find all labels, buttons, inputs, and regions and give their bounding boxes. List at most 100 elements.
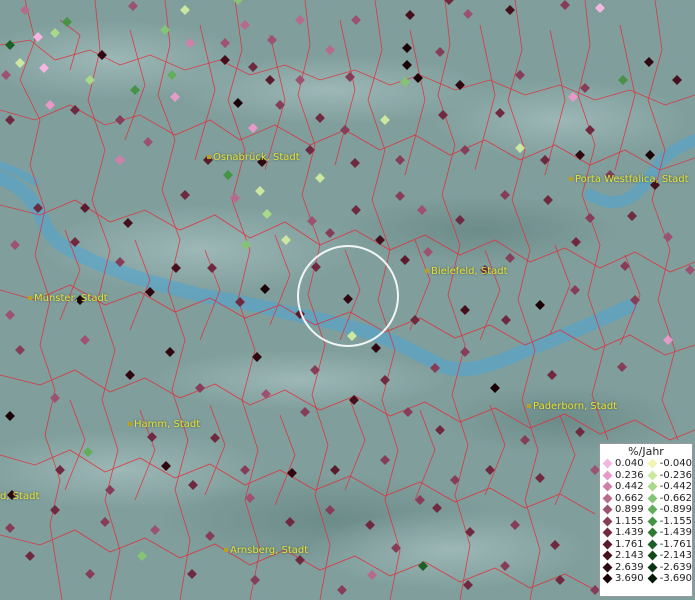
legend-rows: 0.040 0.236 0.442 0.662 0.899 1.155 1.439 1.761…	[600, 458, 692, 585]
measurement-point[interactable]	[248, 123, 258, 133]
legend-swatch	[602, 573, 613, 584]
measurement-point[interactable]	[570, 285, 580, 295]
legend-row: -1.155	[645, 516, 692, 528]
legend-row: 1.439	[600, 527, 645, 539]
measurement-point[interactable]	[10, 240, 20, 250]
measurement-point[interactable]	[463, 9, 473, 19]
measurement-point[interactable]	[115, 155, 125, 165]
measurement-point[interactable]	[685, 265, 695, 275]
measurement-point[interactable]	[330, 465, 340, 475]
measurement-point[interactable]	[180, 5, 190, 15]
legend-swatch	[602, 550, 613, 561]
measurement-point[interactable]	[663, 232, 673, 242]
measurement-point[interactable]	[85, 569, 95, 579]
measurement-point[interactable]	[410, 315, 420, 325]
measurement-point[interactable]	[617, 362, 627, 372]
measurement-point[interactable]	[187, 569, 197, 579]
measurement-point[interactable]	[350, 158, 360, 168]
map-view[interactable]: Osnabrück, Stadt Porta Westfalica, Stadt…	[0, 0, 695, 600]
legend-swatch	[647, 539, 658, 550]
measurement-point[interactable]	[560, 0, 570, 10]
measurement-point[interactable]	[351, 15, 361, 25]
measurement-point[interactable]	[295, 15, 305, 25]
legend-label: 3.690	[615, 573, 644, 585]
measurement-point[interactable]	[255, 186, 265, 196]
measurement-point[interactable]	[371, 343, 381, 353]
city-name: Hamm, Stadt	[134, 419, 201, 430]
measurement-point[interactable]	[460, 347, 470, 357]
legend-swatch	[602, 458, 613, 469]
measurement-point[interactable]	[240, 20, 250, 30]
measurement-point[interactable]	[150, 525, 160, 535]
measurement-point[interactable]	[618, 75, 628, 85]
measurement-point[interactable]	[644, 57, 654, 67]
measurement-point[interactable]	[180, 190, 190, 200]
measurement-point[interactable]	[515, 70, 525, 80]
measurement-point[interactable]	[405, 10, 415, 20]
measurement-point[interactable]	[15, 345, 25, 355]
measurement-point[interactable]	[663, 335, 673, 345]
measurement-point[interactable]	[535, 473, 545, 483]
measurement-point[interactable]	[70, 105, 80, 115]
measurement-point[interactable]	[435, 47, 445, 57]
city-label-hamm: Hamm, Stadt	[128, 419, 200, 430]
measurement-point[interactable]	[337, 585, 347, 595]
measurement-point[interactable]	[137, 551, 147, 561]
measurement-point[interactable]	[402, 43, 412, 53]
measurement-point[interactable]	[395, 191, 405, 201]
legend-label: -2.639	[659, 561, 692, 573]
legend-swatch	[602, 516, 613, 527]
measurement-point[interactable]	[395, 155, 405, 165]
measurement-point[interactable]	[267, 35, 277, 45]
measurement-point[interactable]	[535, 300, 545, 310]
measurement-point[interactable]	[45, 100, 55, 110]
legend-label: -0.040	[659, 458, 692, 470]
measurement-point[interactable]	[223, 170, 233, 180]
measurement-point[interactable]	[315, 173, 325, 183]
measurement-point[interactable]	[100, 517, 110, 527]
legend-row: 2.639	[600, 562, 645, 574]
measurement-point[interactable]	[645, 150, 655, 160]
measurement-point[interactable]	[547, 370, 557, 380]
measurement-point[interactable]	[501, 315, 511, 325]
measurement-point[interactable]	[5, 523, 15, 533]
legend-label: -2.143	[659, 550, 692, 562]
measurement-point[interactable]	[128, 1, 138, 11]
measurement-point[interactable]	[250, 575, 260, 585]
measurement-point[interactable]	[505, 5, 515, 15]
measurement-point[interactable]	[627, 211, 637, 221]
city-name: Arnsberg, Stadt	[230, 545, 309, 556]
measurement-point[interactable]	[340, 125, 350, 135]
measurement-point[interactable]	[80, 335, 90, 345]
measurement-point[interactable]	[25, 551, 35, 561]
measurement-point[interactable]	[305, 145, 315, 155]
measurement-point[interactable]	[50, 393, 60, 403]
terrain-shading	[0, 20, 690, 590]
measurement-point[interactable]	[5, 411, 15, 421]
measurement-point[interactable]	[125, 370, 135, 380]
measurement-point[interactable]	[343, 294, 353, 304]
measurement-point[interactable]	[450, 475, 460, 485]
measurement-point[interactable]	[5, 310, 15, 320]
city-label-paderborn: Paderborn, Stadt	[527, 401, 617, 412]
city-marker	[425, 269, 429, 273]
legend-swatch	[647, 527, 658, 538]
measurement-point[interactable]	[143, 137, 153, 147]
measurement-point[interactable]	[620, 261, 630, 271]
measurement-point[interactable]	[115, 115, 125, 125]
measurement-point[interactable]	[165, 347, 175, 357]
measurement-point[interactable]	[50, 505, 60, 515]
legend-label: 0.442	[615, 481, 644, 493]
legend-row: -0.236	[645, 470, 692, 482]
measurement-point[interactable]	[233, 0, 243, 5]
measurement-point[interactable]	[595, 3, 605, 13]
measurement-point[interactable]	[325, 45, 335, 55]
measurement-point[interactable]	[5, 115, 15, 125]
measurement-point[interactable]	[555, 575, 565, 585]
measurement-point[interactable]	[672, 75, 682, 85]
measurement-point[interactable]	[403, 407, 413, 417]
measurement-point[interactable]	[230, 193, 240, 203]
measurement-point[interactable]	[380, 455, 390, 465]
legend-label: -0.236	[659, 469, 692, 481]
measurement-point[interactable]	[460, 305, 470, 315]
